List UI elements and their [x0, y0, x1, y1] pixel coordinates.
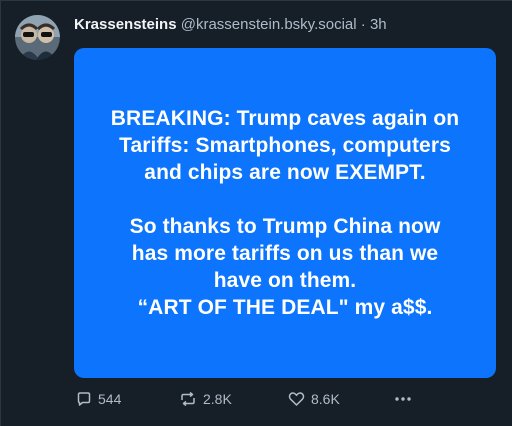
repost-button[interactable]: 2.8K — [179, 388, 232, 410]
post-timestamp[interactable]: 3h — [370, 16, 387, 33]
image-text-line: “ART OF THE DEAL" my a$$. — [137, 296, 433, 319]
twin-portrait-avatar-icon — [15, 15, 60, 60]
post-actions: 544 2.8K 8.6K — [74, 388, 504, 410]
reply-count: 544 — [98, 391, 122, 407]
image-text-line: BREAKING: Trump caves again on — [110, 107, 460, 130]
feed-post[interactable]: Krassensteins @krassenstein.bsky.social … — [0, 0, 512, 426]
post-header: Krassensteins @krassenstein.bsky.social … — [74, 15, 502, 35]
post-image[interactable]: BREAKING: Trump caves again on Tariffs: … — [74, 48, 496, 378]
image-text-line: have on them. — [213, 269, 357, 292]
author-display-name[interactable]: Krassensteins — [74, 16, 177, 33]
image-text-line: has more tariffs on us than we — [131, 242, 439, 265]
repost-icon — [181, 391, 195, 407]
divider — [0, 0, 512, 1]
repost-count: 2.8K — [203, 391, 232, 407]
reply-button[interactable]: 544 — [76, 388, 121, 410]
heart-icon — [288, 392, 305, 406]
image-text-line: and chips are now EXEMPT. — [144, 161, 426, 184]
more-dots-icon — [395, 397, 411, 401]
like-button[interactable]: 8.6K — [288, 388, 340, 410]
avatar[interactable] — [15, 15, 60, 60]
like-count: 8.6K — [311, 391, 340, 407]
image-text-line: So thanks to Trump China now — [129, 215, 441, 238]
more-options-button[interactable] — [394, 388, 412, 410]
image-text-line: Tariffs: Smartphones, computers — [119, 134, 451, 157]
reply-bubble-icon — [77, 392, 91, 406]
divider — [0, 0, 1, 426]
author-handle[interactable]: @krassenstein.bsky.social — [181, 16, 357, 33]
header-separator: · — [360, 16, 366, 33]
